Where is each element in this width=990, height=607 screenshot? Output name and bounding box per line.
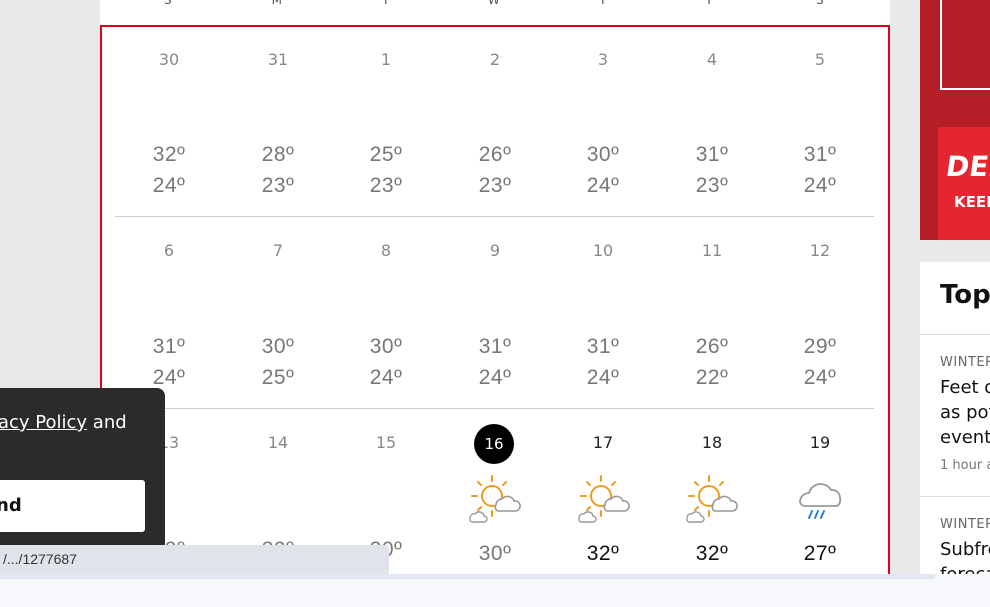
week-divider <box>115 408 874 409</box>
horizontal-scrollbar[interactable] <box>0 574 935 579</box>
weekday-header: T <box>599 0 607 7</box>
low-temp: 24º <box>803 366 837 389</box>
high-temp: 30º <box>369 335 403 358</box>
high-temp: 30º <box>261 335 295 358</box>
day-number[interactable]: 6 <box>144 241 194 260</box>
ad-logo-subtext: KEEP <box>954 193 990 211</box>
consent-text-tail: and <box>87 412 127 433</box>
partly-sunny-icon <box>686 475 738 523</box>
rain-cloud-icon <box>799 483 842 519</box>
day-number[interactable]: 8 <box>361 241 411 260</box>
low-temp: 25º <box>261 366 295 389</box>
day-number[interactable]: 2 <box>470 50 520 69</box>
low-temp: 23º <box>695 174 729 197</box>
day-number[interactable]: 7 <box>253 241 303 260</box>
low-temp: 24º <box>152 174 186 197</box>
high-temp: 32º <box>586 542 620 565</box>
high-temp: 32º <box>152 143 186 166</box>
week-divider <box>115 216 874 217</box>
low-temp: 24º <box>586 366 620 389</box>
weekday-header-row: S M T W T F S <box>100 0 890 14</box>
day-number[interactable]: 12 <box>795 241 845 260</box>
weekday-header: F <box>707 0 715 7</box>
low-temp: 22º <box>695 366 729 389</box>
day-number[interactable]: 31 <box>253 50 303 69</box>
divider <box>920 334 990 335</box>
today-badge[interactable]: 16 <box>474 424 514 464</box>
day-number[interactable]: 1 <box>361 50 411 69</box>
cookie-consent-banner: acy Policy and nd <box>0 388 165 558</box>
story-category[interactable]: WINTER <box>940 517 990 532</box>
low-temp: 24º <box>586 174 620 197</box>
partly-sunny-icon <box>469 475 521 523</box>
advertisement[interactable]: DEEP KEEP <box>920 0 990 240</box>
day-number[interactable]: 15 <box>361 433 411 452</box>
consent-accept-button[interactable]: nd <box>0 480 145 532</box>
high-temp: 31º <box>695 143 729 166</box>
story-headline[interactable]: event <box>940 427 990 448</box>
top-stories-title: Top S <box>940 280 990 310</box>
low-temp: 24º <box>369 366 403 389</box>
day-number[interactable]: 4 <box>687 50 737 69</box>
ad-logo <box>938 127 990 240</box>
high-temp: 31º <box>586 335 620 358</box>
story-timestamp: 1 hour ag <box>940 458 990 473</box>
day-number[interactable]: 14 <box>253 433 303 452</box>
story-headline[interactable]: Subfre <box>940 539 990 560</box>
ad-logo-text: DEEP <box>943 150 990 183</box>
status-bar-url: /.../1277687 <box>0 545 389 574</box>
high-temp: 26º <box>478 143 512 166</box>
low-temp: 23º <box>478 174 512 197</box>
low-temp: 24º <box>478 366 512 389</box>
high-temp: 30º <box>586 143 620 166</box>
day-number[interactable]: 19 <box>795 433 845 452</box>
high-temp: 28º <box>261 143 295 166</box>
low-temp: 23º <box>261 174 295 197</box>
low-temp: 23º <box>369 174 403 197</box>
partly-sunny-icon <box>578 475 630 523</box>
weather-calendar: S M T W T F S 30 31 1 2 3 4 5 32º 28º 25… <box>100 0 890 607</box>
day-number[interactable]: 11 <box>687 241 737 260</box>
weekday-header: T <box>382 0 390 7</box>
high-temp: 26º <box>695 335 729 358</box>
day-number[interactable]: 10 <box>578 241 628 260</box>
weekday-header: W <box>487 0 501 7</box>
high-temp: 25º <box>369 143 403 166</box>
day-number[interactable]: 17 <box>578 433 628 452</box>
day-number[interactable]: 9 <box>470 241 520 260</box>
story-headline[interactable]: Feet o <box>940 377 990 398</box>
high-temp: 31º <box>478 335 512 358</box>
high-temp: 27º <box>803 542 837 565</box>
top-stories-panel: Top S WINTER Feet o as pot event 1 hour … <box>920 262 990 607</box>
privacy-policy-link[interactable]: acy Policy <box>0 412 87 433</box>
weekday-header: S <box>815 0 825 7</box>
story-headline[interactable]: as pot <box>940 402 990 423</box>
divider <box>920 496 990 497</box>
high-temp: 31º <box>803 143 837 166</box>
low-temp: 24º <box>152 366 186 389</box>
high-temp: 32º <box>695 542 729 565</box>
high-temp: 29º <box>803 335 837 358</box>
weekday-header: S <box>163 0 173 7</box>
day-number[interactable]: 30 <box>144 50 194 69</box>
high-temp: 31º <box>152 335 186 358</box>
consent-message: acy Policy and <box>0 412 127 433</box>
ad-frame <box>940 0 990 90</box>
day-number[interactable]: 5 <box>795 50 845 69</box>
day-number[interactable]: 18 <box>687 433 737 452</box>
low-temp: 24º <box>803 174 837 197</box>
weekday-header: M <box>271 0 283 7</box>
high-temp: 30º <box>478 542 512 565</box>
day-number[interactable]: 3 <box>578 50 628 69</box>
story-category[interactable]: WINTER <box>940 355 990 370</box>
